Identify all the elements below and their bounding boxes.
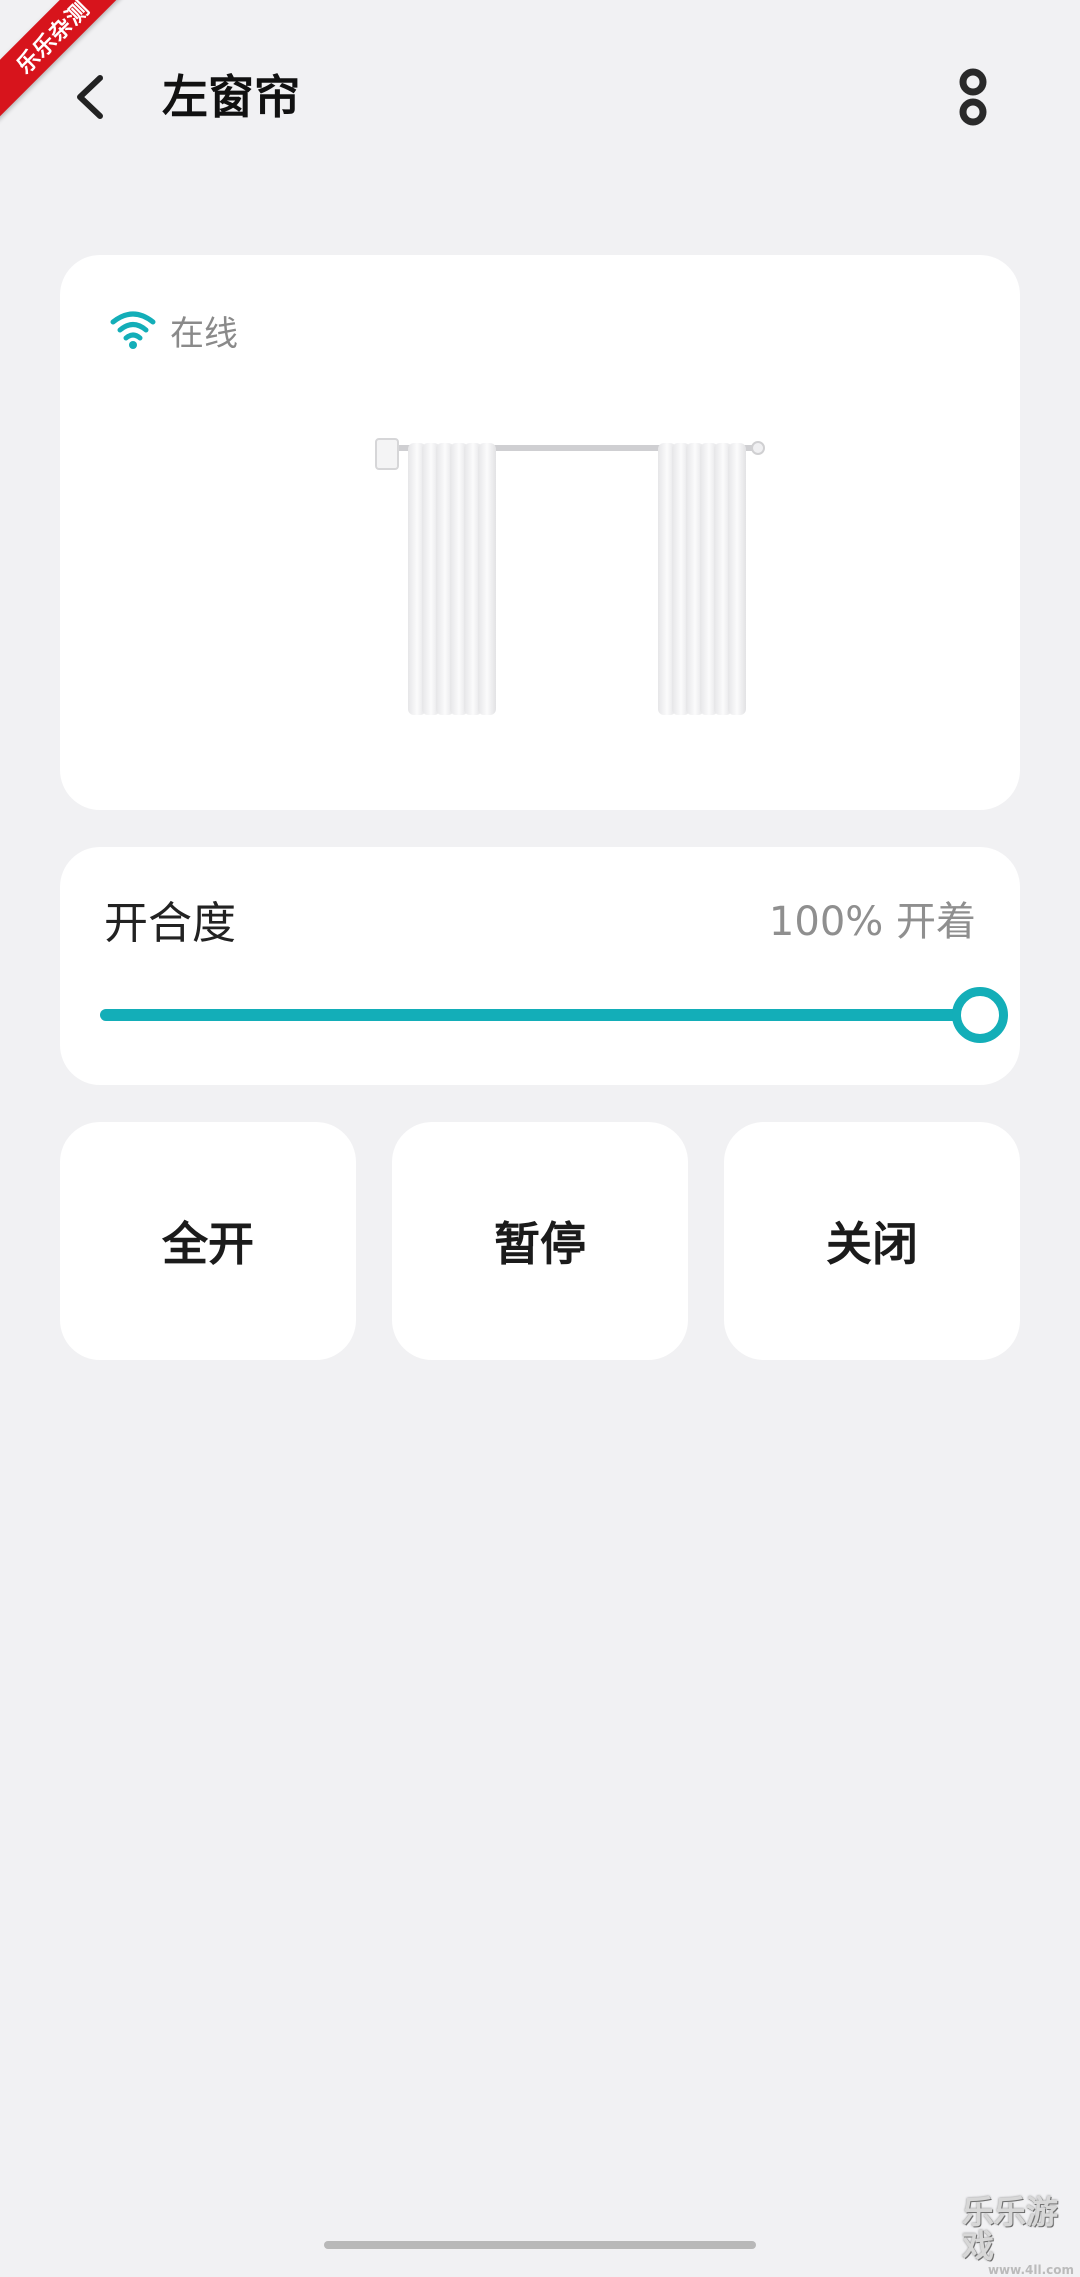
- online-status-label: 在线: [170, 313, 238, 354]
- opening-degree-slider[interactable]: [100, 987, 1008, 1043]
- opening-degree-card: 开合度 100% 开着: [60, 847, 1020, 1085]
- device-status-card: 在线: [60, 255, 1020, 810]
- watermark-url: www.4ll.com: [987, 2263, 1074, 2277]
- wifi-icon: [110, 311, 156, 349]
- watermark-logo: 乐乐游戏 www.4ll.com: [962, 2195, 1080, 2277]
- page-title: 左窗帘: [162, 70, 300, 124]
- pause-button[interactable]: 暂停: [392, 1122, 688, 1360]
- home-indicator[interactable]: [324, 2241, 756, 2249]
- close-button[interactable]: 关闭: [724, 1122, 1020, 1360]
- slider-fill: [100, 1009, 980, 1021]
- curtain-illustration: [375, 438, 765, 715]
- left-curtain-panel: [408, 443, 496, 715]
- opening-degree-value: 100% 开着: [768, 899, 976, 945]
- slider-thumb[interactable]: [952, 987, 1008, 1043]
- chevron-left-icon: [77, 75, 103, 119]
- right-curtain-panel: [658, 443, 746, 715]
- top-app-bar: 左窗帘: [0, 0, 1080, 190]
- open-all-button[interactable]: 全开: [60, 1122, 356, 1360]
- more-vertical-icon: [959, 68, 987, 126]
- back-button[interactable]: [58, 62, 128, 132]
- more-options-button[interactable]: [940, 60, 1006, 134]
- opening-degree-label: 开合度: [104, 898, 236, 949]
- online-status: 在线: [110, 305, 238, 355]
